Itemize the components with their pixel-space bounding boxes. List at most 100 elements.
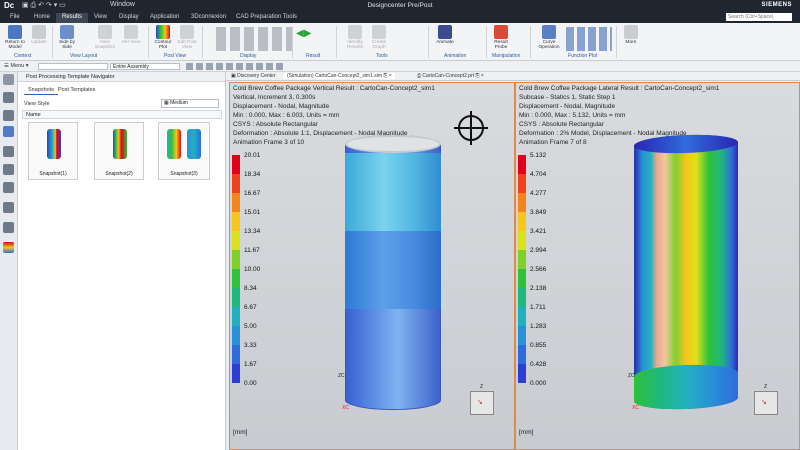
snapshot-2[interactable]: Snapshot(2): [94, 122, 144, 180]
reuse-library-icon[interactable]: [3, 146, 14, 157]
part-navigator-icon[interactable]: [3, 92, 14, 103]
group-manipulation: Manipulation: [492, 53, 521, 59]
ribbon-tab-bar: File Home Results View Display Applicati…: [0, 12, 800, 23]
crosshair-cursor: [454, 111, 488, 145]
return-to-model-button[interactable]: Return to Model: [2, 25, 28, 50]
legend-unit: [mm]: [233, 429, 248, 436]
tab-application[interactable]: Application: [144, 13, 185, 23]
name-column-header[interactable]: Name: [22, 110, 222, 119]
legend-tick-label: 5.132: [530, 152, 547, 159]
system-materials-icon[interactable]: [3, 222, 14, 233]
tab-snapshots[interactable]: Snapshots: [24, 86, 58, 95]
tab-display[interactable]: Display: [113, 13, 145, 23]
legend-color-band: [232, 288, 240, 307]
function-plot-icons[interactable]: [566, 27, 612, 51]
tab-cad-preparation[interactable]: CAD Preparation Tools: [230, 13, 303, 23]
result-nav-arrows[interactable]: ◀▶: [296, 28, 318, 48]
curve-operation-button[interactable]: Curve Operation: [536, 25, 562, 50]
can-model-lateral[interactable]: [634, 133, 738, 411]
viewport-left[interactable]: Cold Brew Coffee Package Vertical Result…: [229, 82, 515, 450]
identify-results-button[interactable]: Identify Results: [342, 25, 368, 50]
wcs-label-xc: XC: [632, 405, 639, 411]
tab-discovery-center[interactable]: ▣ Discovery Center: [228, 73, 278, 79]
update-button[interactable]: Update: [26, 25, 52, 45]
legend-color-band: [232, 193, 240, 212]
tab-results[interactable]: Results: [56, 13, 89, 23]
sim-navigator-icon[interactable]: [3, 110, 14, 121]
legend-color-band: [518, 269, 526, 288]
legend-tick-label: 13.34: [244, 228, 261, 235]
tab-sim-file[interactable]: (Simulation) CartoCan-Concept2_sim1.sim …: [284, 73, 395, 79]
legend-color-band: [518, 326, 526, 345]
legend-tick-label: 2.566: [530, 266, 547, 273]
result-info-line: CSYS : Absolute Rectangular: [519, 121, 604, 128]
wcs-label-zc: ZC: [628, 373, 635, 379]
selection-tool-icons[interactable]: [186, 63, 286, 70]
navigator-title: Post Processing Template Navigator: [18, 72, 225, 82]
legend-unit: [mm]: [519, 429, 534, 436]
post-navigator-icon[interactable]: [3, 126, 14, 137]
side-by-side-button[interactable]: Side by Side: [54, 25, 80, 50]
wcs-label-xc: XC: [342, 405, 349, 411]
web-browser-icon[interactable]: [3, 164, 14, 175]
curve-icon: [542, 25, 556, 39]
tab-file[interactable]: File: [4, 13, 26, 23]
display-tools-icons[interactable]: [216, 27, 292, 51]
legend-tick-label: 3.849: [530, 209, 547, 216]
legend-tick-label: 1.283: [530, 323, 547, 330]
tab-view[interactable]: View: [88, 13, 113, 23]
colormap-icon[interactable]: [3, 242, 14, 253]
snapshot-3[interactable]: Snapshot(3): [158, 122, 210, 180]
legend-color-band: [232, 345, 240, 364]
can-top-band: [345, 153, 441, 231]
legend-color-band: [232, 307, 240, 326]
tab-3dconnexion[interactable]: 3Dconnexion: [185, 13, 232, 23]
result-info-line: Cold Brew Coffee Package Vertical Result…: [233, 85, 435, 92]
legend-color-band: [518, 288, 526, 307]
create-graph-button[interactable]: Create Graph: [366, 25, 392, 50]
tab-prt-file[interactable]: ⎙ CartoCan-Concept2.prt ⎘ ×: [414, 73, 487, 79]
group-animation: Animation: [444, 53, 467, 59]
edit-post-icon: [180, 25, 194, 39]
history-icon[interactable]: [3, 202, 14, 213]
ribbon: Return to Model Update Side by Side New …: [0, 23, 800, 61]
legend-color-band: [232, 326, 240, 345]
viewport-right[interactable]: Cold Brew Coffee Package Lateral Result …: [515, 82, 800, 450]
view-triad[interactable]: Z ↘: [470, 384, 494, 415]
selection-bar: ☰ Menu ▾ Entire Assembly: [0, 61, 800, 72]
tab-post-templates[interactable]: Post Templates: [54, 86, 100, 94]
probe-icon: [494, 25, 508, 39]
search-input[interactable]: Search (Ctrl+Space): [726, 13, 792, 21]
snapshot-1[interactable]: Snapshot(1): [28, 122, 78, 180]
resource-bar: [0, 72, 18, 450]
scope-filter-combo[interactable]: Entire Assembly: [110, 63, 180, 70]
legend-tick-label: 4.704: [530, 171, 547, 178]
view-style-select[interactable]: ▦ Medium: [161, 99, 219, 108]
can-rim: [345, 135, 441, 153]
type-filter-combo[interactable]: [38, 63, 108, 70]
settings-icon[interactable]: [3, 74, 14, 85]
result-probe-button[interactable]: Result Probe: [488, 25, 514, 50]
new-snapshot-button[interactable]: New Snapshot: [92, 25, 118, 50]
legend-tick-label: 8.34: [244, 285, 257, 292]
roles-icon[interactable]: [3, 182, 14, 193]
contour-icon: [156, 25, 170, 39]
legend-color-band: [518, 307, 526, 326]
view-style-label: View Style: [24, 101, 50, 107]
group-display: Display: [240, 53, 257, 59]
more-button[interactable]: More: [618, 25, 644, 45]
tab-home[interactable]: Home: [28, 13, 56, 23]
menu-button[interactable]: ☰ Menu ▾: [4, 63, 29, 69]
legend-tick-label: 3.421: [530, 228, 547, 235]
identify-icon: [348, 25, 362, 39]
can-model-vertical[interactable]: [345, 135, 441, 410]
legend-color-band: [518, 231, 526, 250]
view-triad[interactable]: Z ↘: [754, 384, 778, 415]
contour-plot-button[interactable]: Contour Plot: [150, 25, 176, 50]
legend-color-band: [518, 364, 526, 383]
animate-button[interactable]: Animate: [432, 25, 458, 45]
set-view-button[interactable]: Set View: [118, 25, 144, 45]
edit-post-view-button[interactable]: Edit Post View: [174, 25, 200, 50]
snapshot-3-image-b: [187, 129, 201, 159]
group-function-plot: Function Plot: [568, 53, 598, 59]
